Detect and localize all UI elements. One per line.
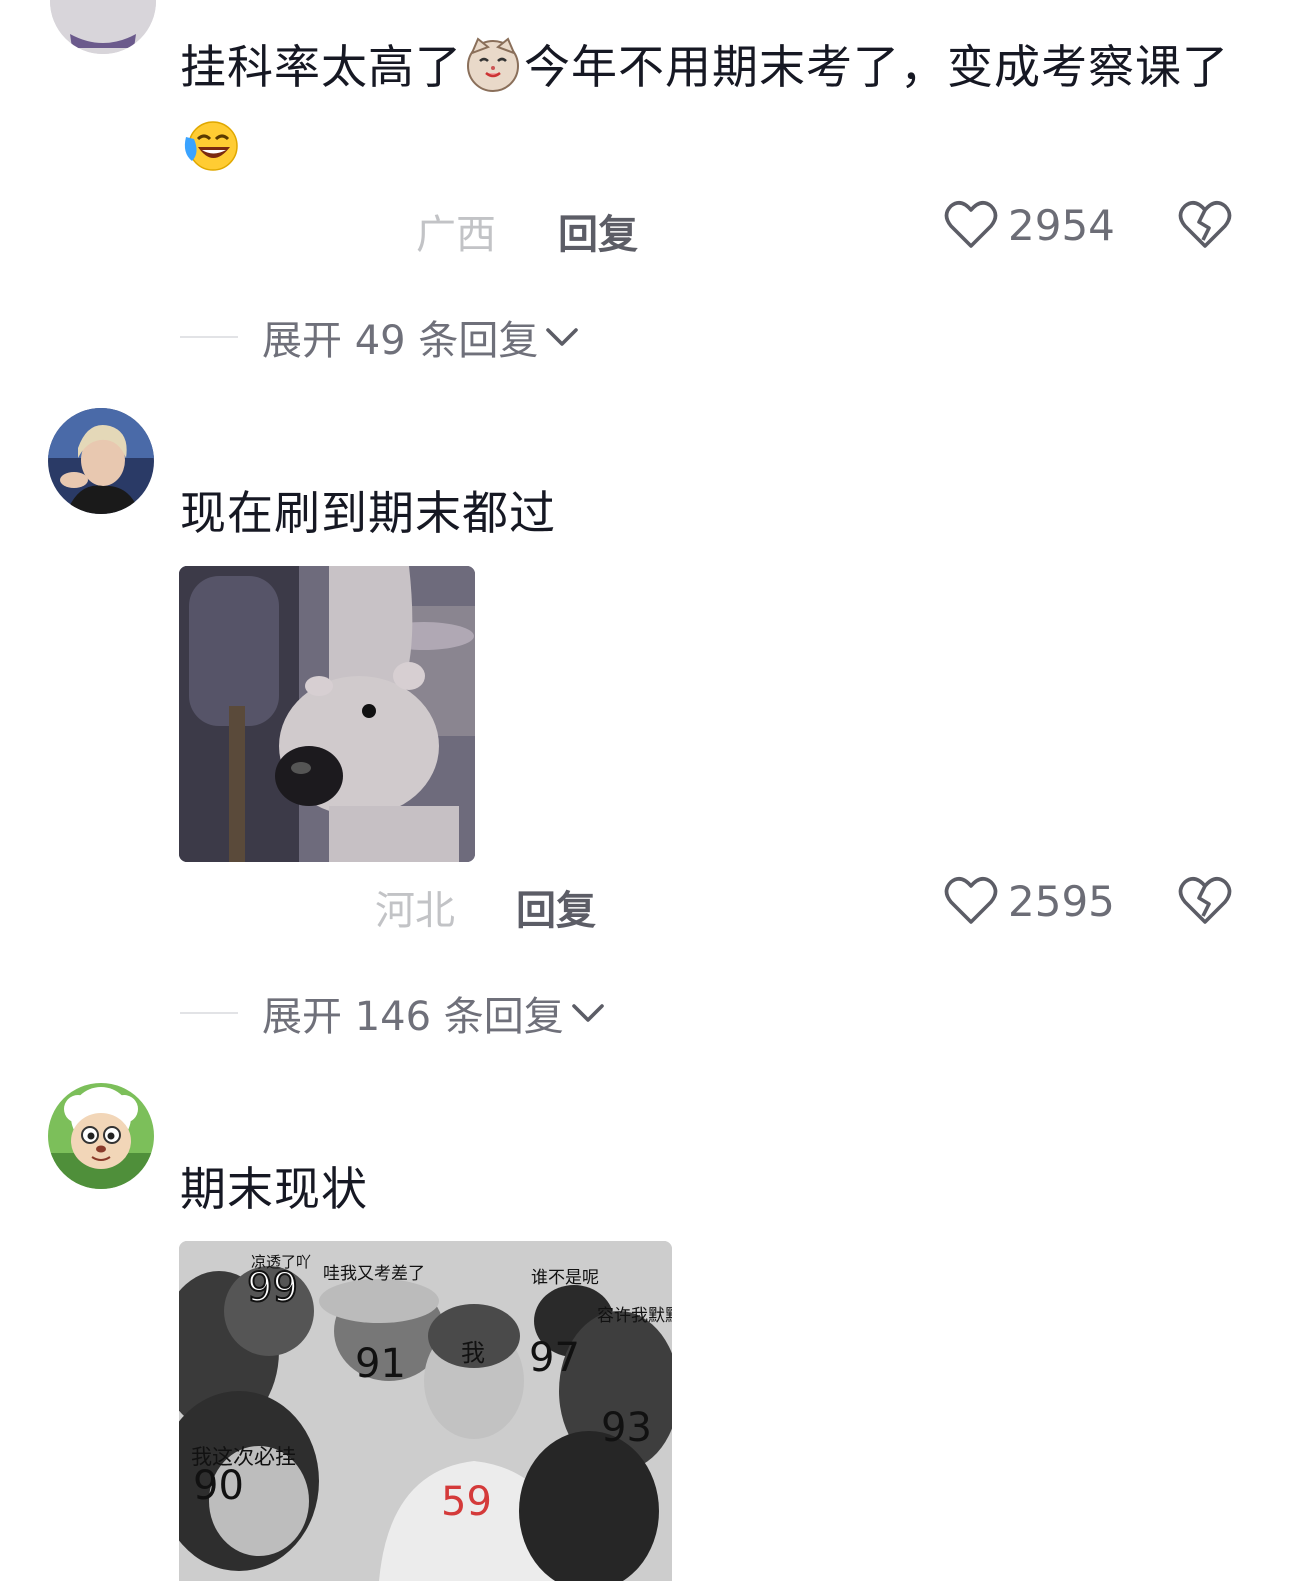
comment-2-text: 现在刷到期末都过: [180, 486, 556, 540]
meme-score: 91: [355, 1341, 406, 1387]
divider-line: [180, 336, 238, 338]
chevron-down-icon: [546, 328, 579, 346]
heart-outline-icon: [944, 877, 998, 924]
comment-1-location: 广西: [416, 212, 496, 258]
heart-outline-icon: [944, 201, 998, 248]
meme-score: 97: [529, 1335, 580, 1381]
chevron-down-icon: [571, 1004, 604, 1022]
meme-score: 99: [246, 1264, 299, 1312]
meme-score: 90: [193, 1463, 244, 1509]
comment-1-expand-replies[interactable]: 展开 49 条回复: [180, 308, 582, 366]
user-avatar-1[interactable]: [50, 0, 156, 54]
broken-heart-icon: [1178, 201, 1232, 248]
comment-2-like-count: 2595: [1008, 876, 1115, 926]
user-avatar-3[interactable]: [48, 1083, 154, 1189]
meme-label: 谁不是呢: [531, 1268, 599, 1288]
meme-score-red: 59: [441, 1479, 492, 1525]
laugh-cry-emoji-icon: [182, 117, 240, 175]
cat-emoji-icon: [464, 35, 522, 93]
meme-score: 93: [601, 1405, 652, 1451]
crowd-scores-meme-image[interactable]: 凉透了吖 99 哇我又考差了 谁不是呢 容许我默默 91 我 97 93 我这次…: [179, 1241, 672, 1581]
divider-line: [180, 1012, 238, 1014]
comment-2-location: 河北: [375, 888, 455, 934]
meme-label: 容许我默默: [597, 1306, 672, 1326]
comment-1-like-button[interactable]: 2954: [944, 200, 1115, 250]
broken-heart-icon: [1178, 877, 1232, 924]
comment-2-reply-button[interactable]: 回复: [516, 878, 596, 936]
user-avatar-2[interactable]: [48, 408, 154, 514]
comment-1-reply-button[interactable]: 回复: [558, 202, 638, 260]
comment-1-dislike-button[interactable]: [1178, 200, 1232, 254]
meme-label: 我: [461, 1339, 485, 1367]
comment-2-expand-replies[interactable]: 展开 146 条回复: [180, 984, 608, 1042]
rat-meme-image[interactable]: [179, 566, 475, 862]
meme-label: 哇我又考差了: [323, 1264, 425, 1284]
comment-2-like-button[interactable]: 2595: [944, 876, 1115, 926]
comment-3-text: 期末现状: [180, 1162, 368, 1216]
comment-2-dislike-button[interactable]: [1178, 876, 1232, 930]
comment-1-like-count: 2954: [1008, 200, 1115, 250]
comment-1-text: 挂科率太高了 今年不用期末考了，变成考察课了: [180, 26, 1240, 190]
